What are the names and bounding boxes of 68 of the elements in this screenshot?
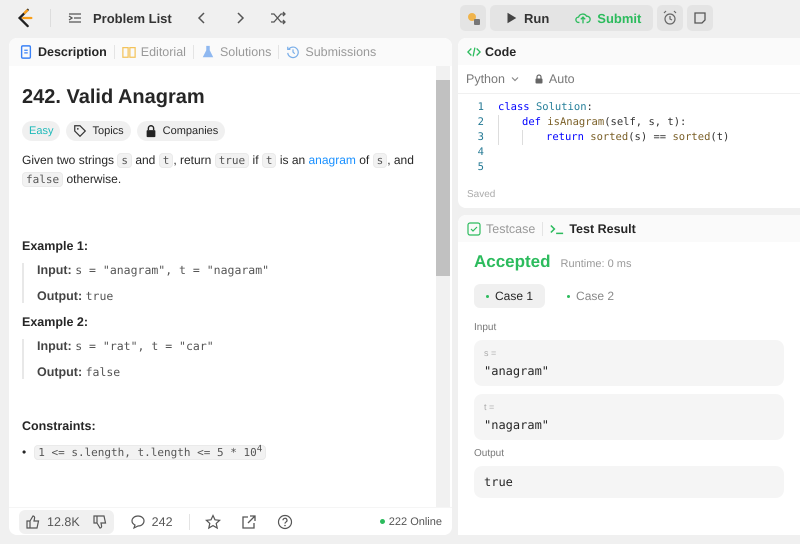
topics-tag[interactable]: Topics bbox=[66, 121, 131, 141]
example-output-text: Output: false bbox=[37, 365, 122, 379]
example-output-text: Output: true bbox=[37, 289, 114, 303]
auto-mode-label[interactable]: Auto bbox=[534, 72, 575, 86]
line-number: 2 bbox=[476, 115, 485, 130]
run-button[interactable]: Run bbox=[490, 5, 564, 31]
history-icon bbox=[286, 45, 300, 59]
lock-icon bbox=[144, 124, 158, 138]
line-number: 1 bbox=[476, 100, 485, 115]
runtime-text: Runtime: 0 ms bbox=[560, 258, 632, 270]
example-input-text: Input: s = "anagram", t = "nagaram" bbox=[37, 263, 270, 277]
code-line: def isAnagram(self, s, t): bbox=[522, 115, 686, 130]
code-line: return sorted(s) == sorted(t) bbox=[546, 130, 730, 145]
parameter-name: s = bbox=[484, 348, 498, 358]
problem-description: Given two strings s and t , return true if t is an anagram of s , and false otherwise. bbox=[22, 152, 415, 189]
shuffle-icon[interactable] bbox=[270, 10, 286, 26]
share-icon[interactable] bbox=[240, 514, 257, 530]
input-label: Input bbox=[474, 322, 498, 333]
example-heading: Example 1: bbox=[22, 239, 90, 253]
code-panel-title: Code bbox=[485, 44, 516, 58]
case-tab[interactable]: Case 2 bbox=[555, 284, 626, 308]
comments-button[interactable]: 242 bbox=[124, 512, 179, 532]
output-value: true bbox=[484, 475, 513, 489]
parameter-value: "nagaram" bbox=[484, 418, 550, 432]
code-editor[interactable]: 1 class Solution: 2 def isAnagram(self, s, t): 3 return sorted(s) == sorted(t) 4 5 bbox=[458, 94, 800, 189]
document-icon bbox=[19, 45, 33, 59]
dislike-icon[interactable] bbox=[92, 514, 108, 530]
help-icon[interactable] bbox=[276, 514, 293, 530]
logo-icon[interactable] bbox=[16, 8, 34, 28]
debug-button[interactable] bbox=[460, 5, 486, 31]
problem-list-link[interactable]: Problem List bbox=[93, 10, 172, 26]
output-label: Output bbox=[474, 448, 506, 459]
result-tab[interactable]: Test Result bbox=[550, 222, 636, 236]
example-heading: Example 2: bbox=[22, 315, 90, 329]
saved-status: Saved bbox=[466, 189, 496, 202]
debug-icon bbox=[465, 10, 481, 26]
companies-tag[interactable]: Companies bbox=[136, 121, 226, 141]
lock-icon bbox=[534, 74, 544, 84]
constraint-text: 1 <= s.length, t.length <= 5 * 10$^{4}$ bbox=[34, 444, 266, 460]
tag-icon bbox=[73, 124, 88, 138]
line-number: 4 bbox=[476, 145, 485, 160]
online-status: 222 Online bbox=[380, 516, 442, 528]
comment-icon bbox=[130, 514, 146, 530]
verdict-text: Accepted bbox=[474, 252, 551, 272]
flask-icon bbox=[200, 45, 215, 59]
thumbs-up-icon bbox=[25, 514, 41, 530]
star-icon[interactable] bbox=[204, 514, 221, 530]
checkbox-icon bbox=[467, 222, 481, 236]
case-tab[interactable]: Case 1 bbox=[474, 284, 546, 308]
bullet-mark: • bbox=[22, 444, 26, 459]
note-icon bbox=[692, 10, 708, 26]
scrollbar[interactable] bbox=[436, 66, 450, 507]
example-input-text: Input: s = "rat", t = "car" bbox=[37, 339, 215, 353]
alarm-clock-icon bbox=[662, 10, 678, 26]
parameter-name: t = bbox=[484, 402, 496, 412]
line-number: 3 bbox=[476, 130, 485, 145]
alarm-clock-button[interactable] bbox=[657, 5, 684, 31]
constraints-heading: Constraints: bbox=[22, 419, 97, 433]
code-icon bbox=[467, 44, 481, 58]
problem-title: 242. Valid Anagram bbox=[22, 86, 206, 109]
parameter-value: "anagram" bbox=[484, 364, 550, 378]
line-number: 5 bbox=[476, 160, 485, 175]
book-icon bbox=[122, 45, 136, 59]
chevron-down-icon bbox=[510, 74, 520, 84]
language-dropdown[interactable]: Python bbox=[466, 72, 520, 86]
code-line: class Solution: bbox=[498, 100, 593, 115]
note-button[interactable] bbox=[687, 5, 714, 31]
panel-tab[interactable]: Description bbox=[19, 45, 107, 59]
